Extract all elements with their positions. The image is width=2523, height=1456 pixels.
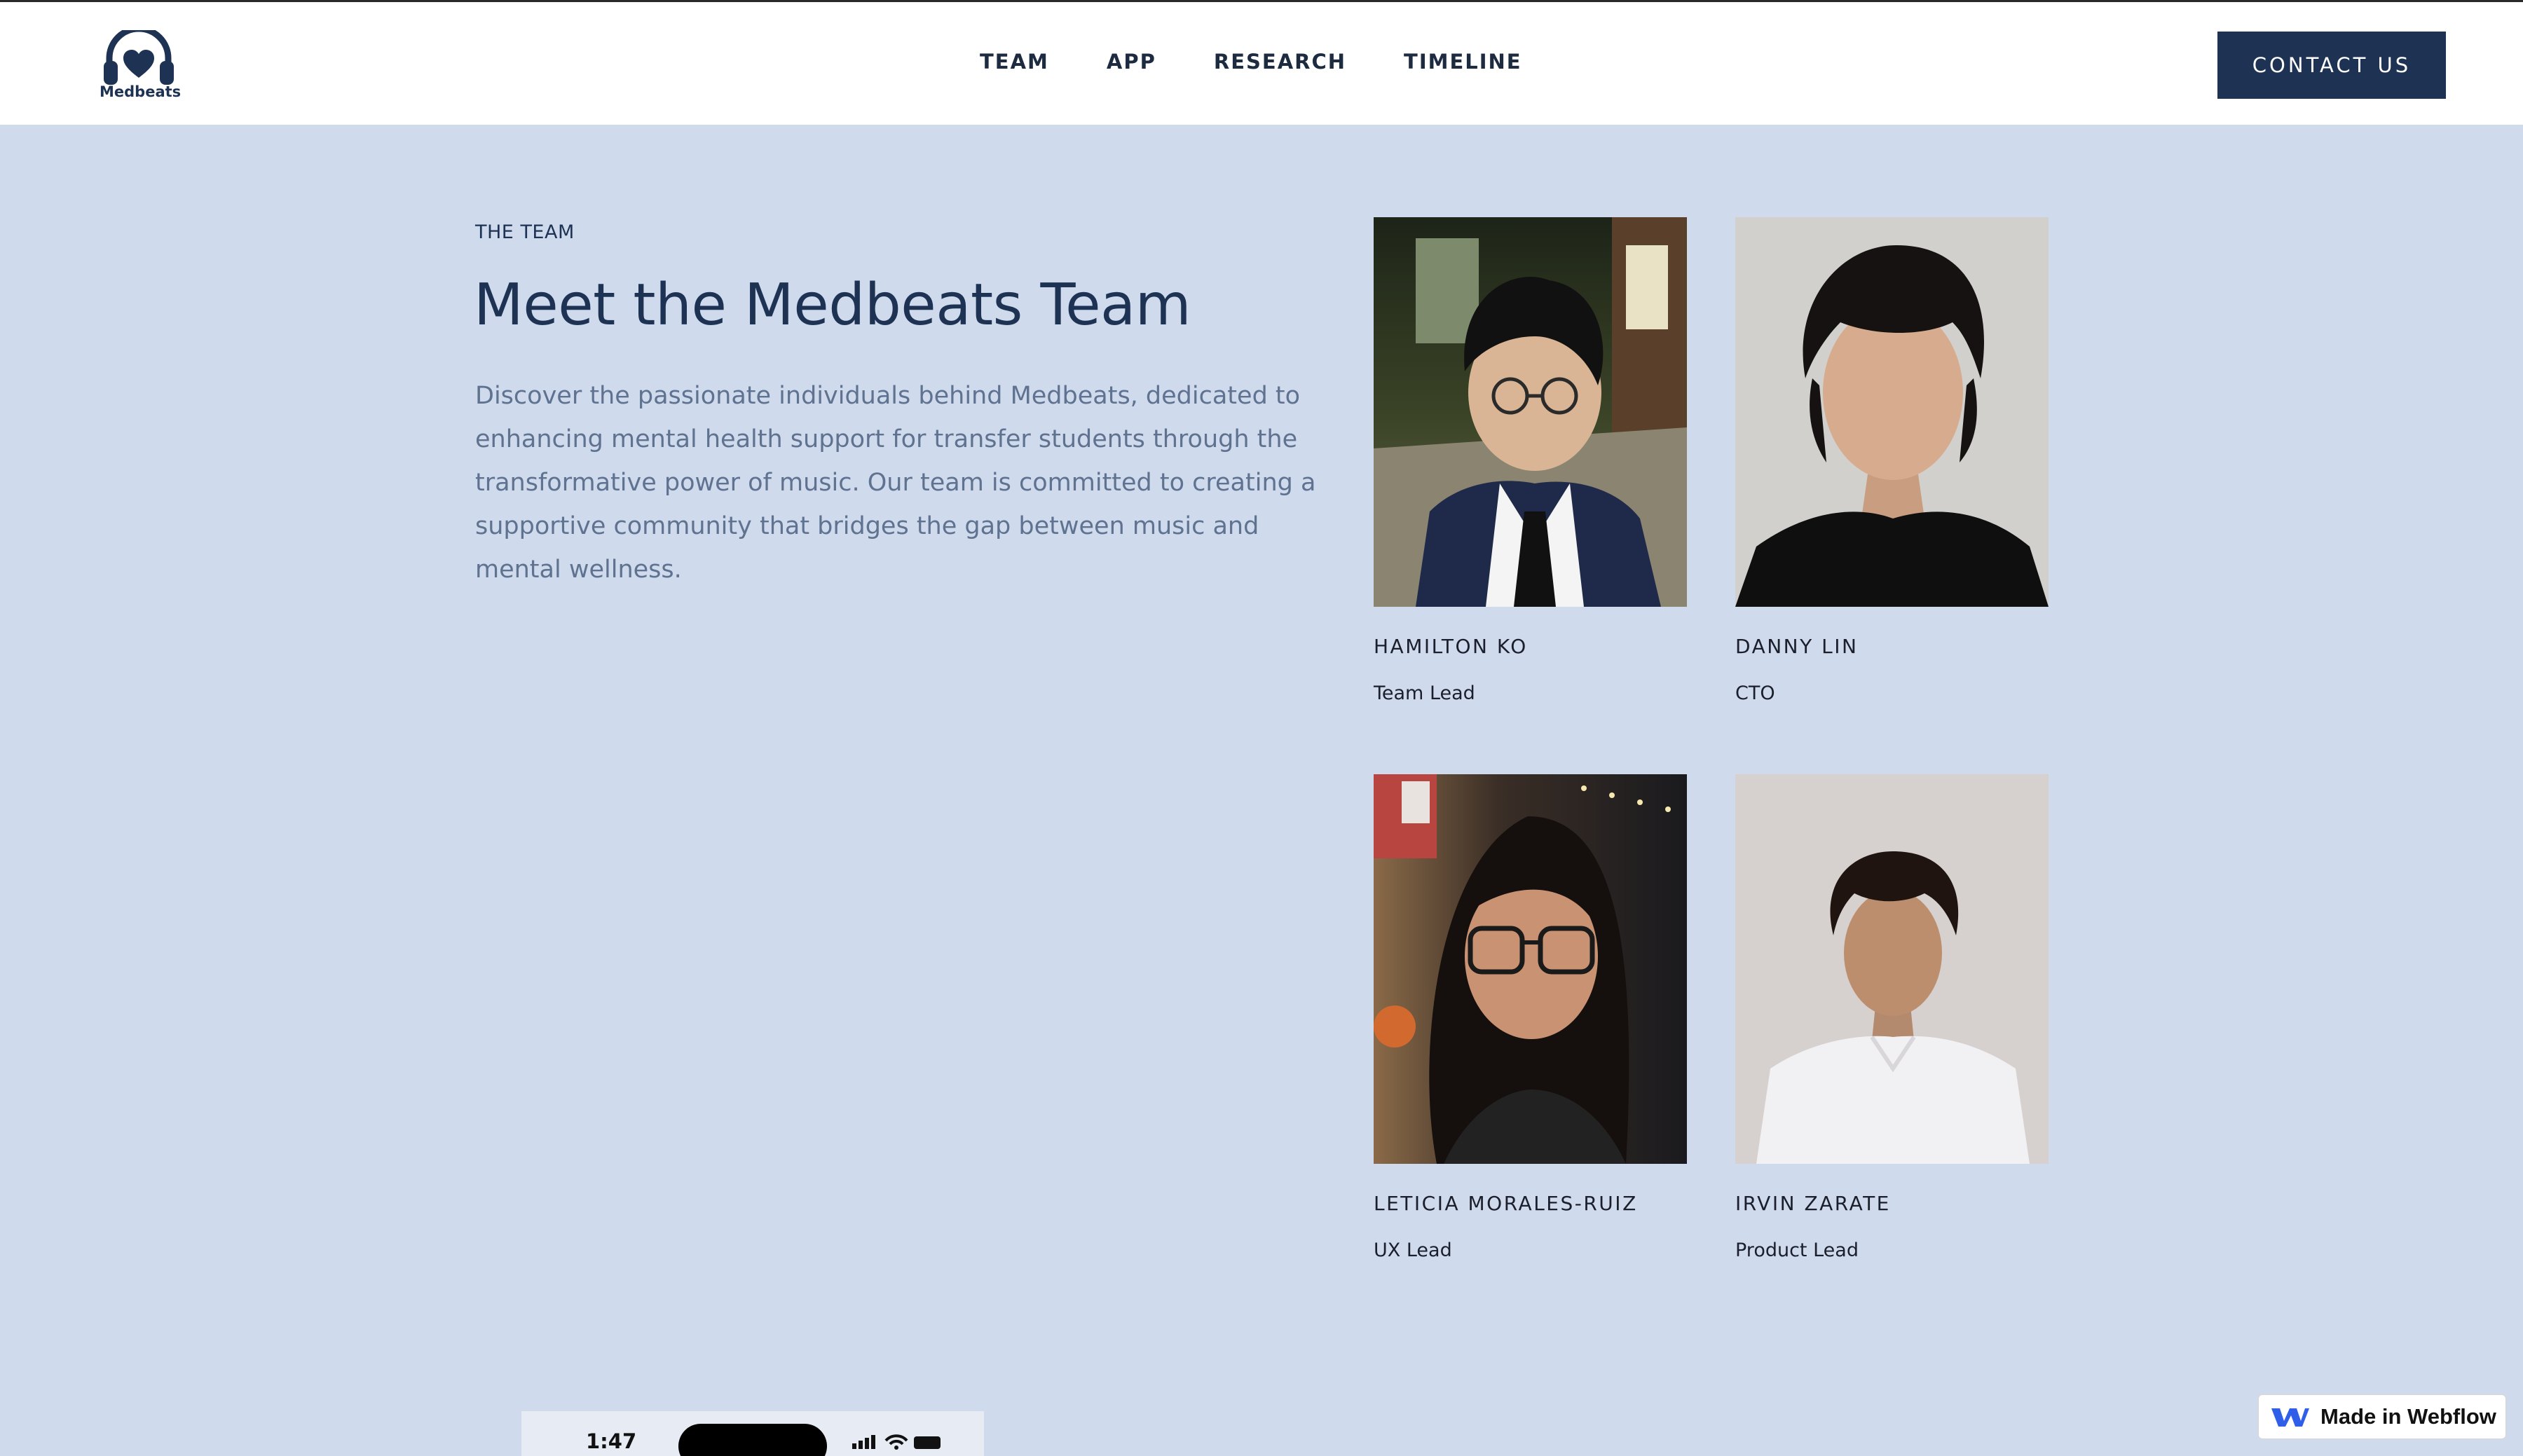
page-title: Meet the Medbeats Team — [474, 272, 1191, 338]
member-name: IRVIN ZARATE — [1735, 1192, 1891, 1215]
nav-link-app[interactable]: APP — [1107, 50, 1156, 78]
webflow-icon — [2271, 1408, 2309, 1427]
member-role: UX Lead — [1374, 1239, 1452, 1261]
section-eyebrow: THE TEAM — [475, 221, 575, 243]
made-in-webflow-badge[interactable]: Made in Webflow — [2258, 1394, 2506, 1439]
phone-mockup: 1:47 — [521, 1411, 984, 1456]
nav-link-timeline[interactable]: TIMELINE — [1404, 50, 1522, 78]
dynamic-island — [678, 1424, 827, 1456]
headphones-heart-icon — [104, 30, 174, 85]
phone-status-icons — [852, 1434, 941, 1450]
member-name: LETICIA MORALES-RUIZ — [1374, 1192, 1638, 1215]
member-photo — [1735, 217, 2049, 607]
member-photo — [1374, 774, 1687, 1164]
member-role: Team Lead — [1374, 682, 1475, 704]
member-name: DANNY LIN — [1735, 635, 1859, 658]
member-photo — [1735, 774, 2049, 1164]
team-description: Discover the passionate individuals behi… — [475, 382, 1316, 584]
main-nav: TEAM APP RESEARCH TIMELINE — [980, 50, 1522, 78]
member-role: CTO — [1735, 682, 1775, 704]
contact-us-button[interactable]: CONTACT US — [2217, 32, 2446, 99]
member-photo — [1374, 217, 1687, 607]
page: Medbeats TEAM APP RESEARCH TIMELINE CONT… — [0, 0, 2523, 1456]
nav-link-team[interactable]: TEAM — [980, 50, 1049, 78]
member-name: HAMILTON KO — [1374, 635, 1528, 658]
member-role: Product Lead — [1735, 1239, 1859, 1261]
navbar: Medbeats TEAM APP RESEARCH TIMELINE CONT… — [0, 0, 2523, 125]
phone-clock: 1:47 — [586, 1429, 637, 1453]
webflow-badge-label: Made in Webflow — [2320, 1404, 2496, 1429]
logo-wordmark: Medbeats — [100, 83, 182, 100]
medbeats-logo[interactable]: Medbeats — [100, 30, 182, 100]
nav-link-research[interactable]: RESEARCH — [1214, 50, 1346, 78]
